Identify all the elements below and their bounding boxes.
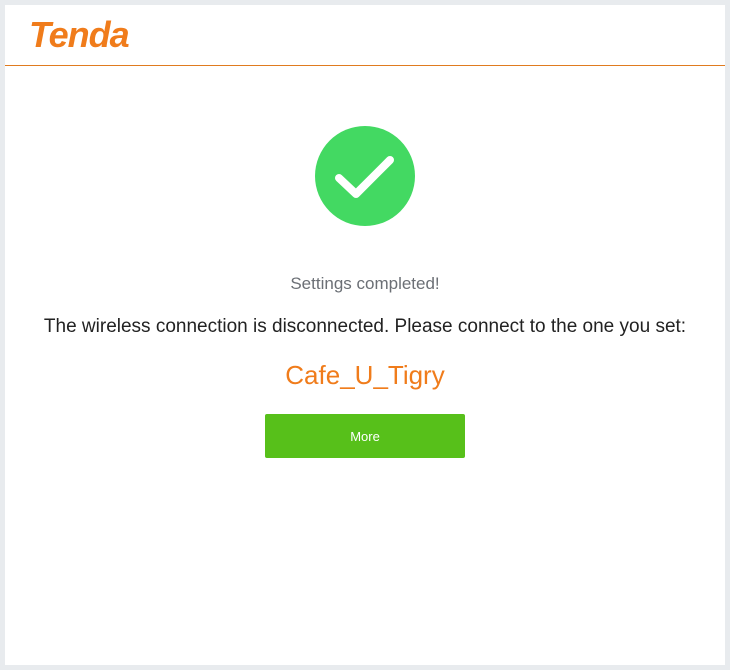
reconnect-message: The wireless connection is disconnected.… — [43, 316, 687, 337]
svg-text:Tenda: Tenda — [29, 14, 129, 55]
tenda-logo: Tenda — [27, 14, 167, 56]
more-button[interactable]: More — [265, 414, 465, 458]
checkmark-circle-icon — [315, 126, 415, 226]
header: Tenda — [5, 5, 725, 66]
status-text: Settings completed! — [290, 274, 440, 293]
ssid-name: Cafe_U_Tigry — [285, 360, 445, 390]
setup-complete-panel: Tenda Settings completed! The wireless c… — [5, 5, 725, 665]
